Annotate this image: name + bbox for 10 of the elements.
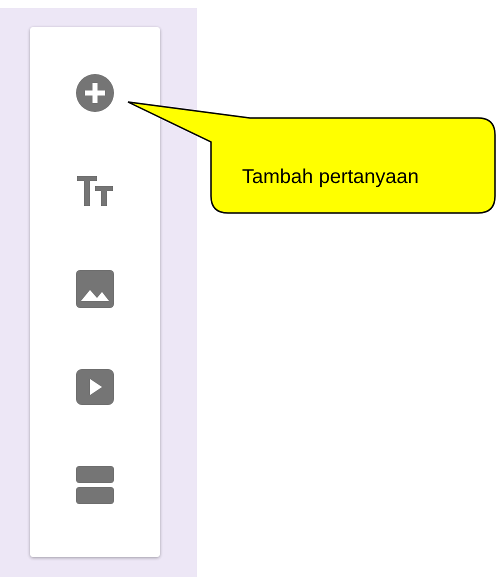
image-icon [75, 269, 115, 309]
section-icon [75, 465, 115, 505]
add-section-button[interactable] [75, 465, 115, 505]
text-size-icon [77, 176, 113, 206]
add-image-button[interactable] [75, 269, 115, 309]
play-icon [75, 368, 115, 406]
callout-text: Tambah pertanyaan [242, 165, 420, 190]
plus-circle-icon [75, 73, 115, 113]
add-video-button[interactable] [75, 367, 115, 407]
add-question-button[interactable] [75, 73, 115, 113]
